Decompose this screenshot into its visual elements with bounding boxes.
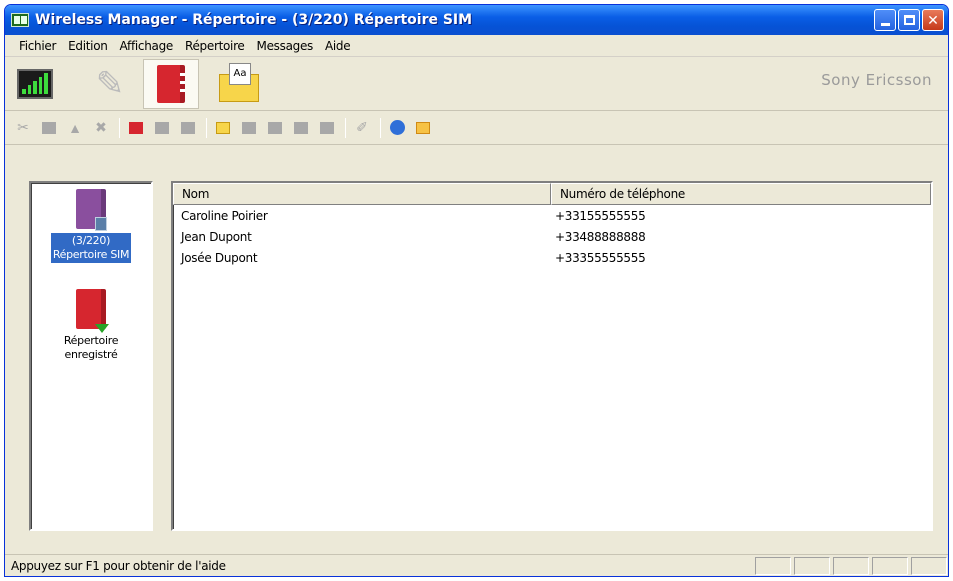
contact-phone: +33355555555 (555, 250, 646, 265)
menu-repertoire[interactable]: Répertoire (179, 39, 251, 53)
toolbar: ✂ ▲ ✖ ✐ (5, 111, 948, 145)
wrench-icon[interactable]: ✎ (89, 63, 131, 105)
status-pane (794, 556, 830, 575)
contact-name: Josée Dupont (181, 250, 258, 265)
nav-item-label: Répertoire enregistré (63, 334, 119, 361)
close-icon: ✕ (927, 12, 939, 28)
contact-phone: +33488888888 (555, 229, 646, 244)
status-pane (911, 556, 947, 575)
delete-icon[interactable]: ✖ (91, 118, 111, 138)
toolbar-separator (119, 117, 120, 138)
column-header-name[interactable]: Nom (173, 183, 551, 205)
status-pane (833, 556, 869, 575)
toolbar-separator (345, 117, 346, 138)
minimize-icon (880, 22, 890, 26)
maximize-icon (903, 15, 915, 25)
comment-icon[interactable] (317, 118, 337, 138)
status-pane (755, 556, 791, 575)
app-icon (11, 13, 29, 27)
list-header: Nom Numéro de téléphone (173, 183, 931, 205)
module-bar: ✎ Aa Sony Ericsson (5, 57, 948, 111)
maximize-button[interactable] (898, 9, 920, 31)
note-icon[interactable]: ✐ (352, 118, 372, 138)
status-text: Appuyez sur F1 pour obtenir de l'aide (11, 558, 226, 573)
brand-logo: Sony Ericsson (821, 71, 932, 89)
new-message-icon[interactable] (213, 118, 233, 138)
new-contact-icon[interactable] (126, 118, 146, 138)
paste-icon[interactable]: ▲ (65, 118, 85, 138)
copy-icon[interactable] (39, 118, 59, 138)
contact-list: Nom Numéro de téléphone Caroline Poirier… (171, 181, 933, 531)
signal-icon[interactable] (17, 69, 53, 99)
messages-module-button[interactable]: Aa (217, 63, 261, 103)
move-folder-icon[interactable] (265, 118, 285, 138)
menu-fichier[interactable]: Fichier (13, 39, 62, 53)
mail-icon-label: Aa (229, 63, 251, 85)
folder-icon[interactable] (239, 118, 259, 138)
app-window: Wireless Manager - Répertoire - (3/220) … (4, 4, 949, 577)
column-header-phone[interactable]: Numéro de téléphone (551, 183, 931, 205)
list-item[interactable]: Caroline Poirier +33155555555 (173, 205, 931, 226)
minimize-button[interactable] (874, 9, 896, 31)
clock-icon[interactable] (413, 118, 433, 138)
nav-item-saved-phonebook[interactable]: Répertoire enregistré (31, 289, 151, 363)
phonebook-icon (157, 65, 185, 103)
cut-icon[interactable]: ✂ (13, 118, 33, 138)
menu-aide[interactable]: Aide (319, 39, 356, 53)
list-item[interactable]: Jean Dupont +33488888888 (173, 226, 931, 247)
archive-icon[interactable] (291, 118, 311, 138)
list-item[interactable]: Josée Dupont +33355555555 (173, 247, 931, 268)
title-bar[interactable]: Wireless Manager - Répertoire - (3/220) … (5, 5, 948, 35)
close-button[interactable]: ✕ (922, 9, 944, 31)
phonebook-module-button[interactable] (143, 59, 199, 109)
status-pane (872, 556, 908, 575)
edit-contact-icon[interactable] (152, 118, 172, 138)
nav-item-label: (3/220) Répertoire SIM (50, 233, 132, 263)
toolbar-separator (206, 117, 207, 138)
menu-messages[interactable]: Messages (251, 39, 319, 53)
contact-name: Caroline Poirier (181, 208, 268, 223)
browser-icon[interactable] (387, 118, 407, 138)
saved-phonebook-icon (76, 289, 109, 333)
menu-edition[interactable]: Edition (62, 39, 113, 53)
toolbar-separator (380, 117, 381, 138)
contact-properties-icon[interactable] (178, 118, 198, 138)
phonebook-navigator: (3/220) Répertoire SIM Répertoire enregist… (29, 181, 153, 531)
nav-item-sim-phonebook[interactable]: (3/220) Répertoire SIM (31, 189, 151, 263)
envelope-icon: Aa (219, 63, 259, 102)
status-bar: Appuyez sur F1 pour obtenir de l'aide (5, 554, 948, 576)
menu-bar: Fichier Edition Affichage Répertoire Mes… (5, 35, 948, 57)
menu-affichage[interactable]: Affichage (114, 39, 179, 53)
sim-phonebook-icon (76, 189, 107, 231)
window-title: Wireless Manager - Répertoire - (3/220) … (35, 12, 473, 28)
contact-name: Jean Dupont (181, 229, 252, 244)
contact-phone: +33155555555 (555, 208, 646, 223)
